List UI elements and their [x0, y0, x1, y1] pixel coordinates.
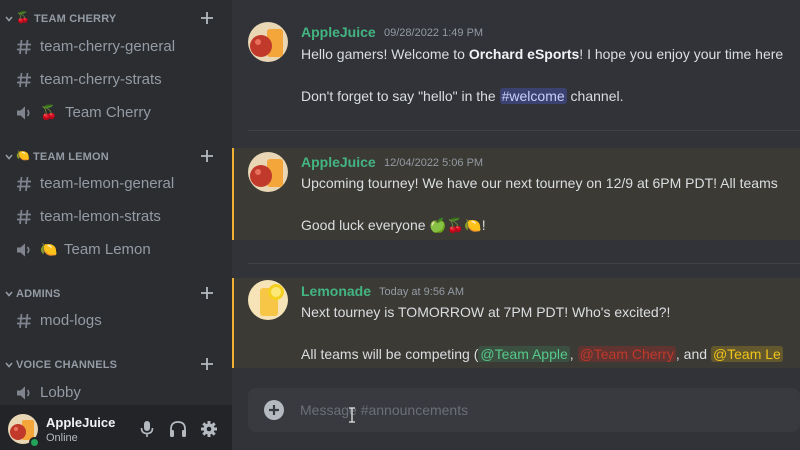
- microphone-icon[interactable]: [138, 420, 156, 438]
- plus-icon[interactable]: [200, 357, 214, 371]
- message-input[interactable]: [300, 388, 790, 432]
- add-circle-icon: [269, 405, 279, 415]
- text-segment: ,: [569, 346, 574, 362]
- sidebar-item-mod-logs[interactable]: mod-logs: [8, 306, 224, 336]
- message-divider: [248, 263, 800, 264]
- category-label: TEAM LEMON: [33, 151, 109, 163]
- message-timestamp: Today at 9:56 AM: [379, 286, 464, 298]
- message[interactable]: Lemonade Today at 9:56 AM Next tourney i…: [232, 278, 800, 368]
- sidebar-item-voice-lobby[interactable]: Lobby: [8, 378, 224, 408]
- role-mention-team-apple[interactable]: @Team Apple: [478, 346, 570, 362]
- category-label: ADMINS: [16, 288, 61, 300]
- plus-icon[interactable]: [200, 149, 214, 163]
- message-text: Don't forget to say "hello" in the #welc…: [301, 87, 623, 105]
- text-segment: All teams will be competing (: [301, 346, 479, 362]
- message-author[interactable]: Lemonade: [301, 283, 371, 299]
- hash-icon: [17, 176, 31, 192]
- speaker-icon: [17, 243, 30, 257]
- text-segment: Good luck everyone: [301, 217, 430, 233]
- text-segment: ! I hope you enjoy your time here: [579, 46, 784, 62]
- plus-icon[interactable]: [200, 11, 214, 25]
- role-mention-team-cherry[interactable]: @Team Cherry: [577, 346, 676, 362]
- hash-icon: [17, 209, 31, 225]
- category-label: VOICE CHANNELS: [16, 359, 118, 371]
- chevron-down-icon: [5, 291, 13, 297]
- hash-icon: [17, 39, 31, 55]
- text-segment: !: [481, 217, 486, 233]
- speaker-icon: [17, 106, 30, 120]
- message-text: Next tourney is TOMORROW at 7PM PDT! Who…: [301, 304, 671, 320]
- channel-label: mod-logs: [40, 312, 102, 329]
- text-segment: , and: [675, 346, 711, 362]
- cherry-emoji: 🍒: [16, 12, 30, 24]
- message-author[interactable]: AppleJuice: [301, 154, 376, 170]
- online-status-dot: [29, 437, 40, 448]
- chevron-down-icon: [5, 16, 13, 22]
- avatar[interactable]: [248, 280, 288, 320]
- lemonade-avatar-image: [248, 280, 288, 320]
- message-text: Upcoming tourney! We have our next tourn…: [301, 175, 778, 191]
- text-segment: channel.: [566, 88, 624, 104]
- channel-label: team-lemon-strats: [40, 208, 161, 225]
- message-text: Hello gamers! Welcome to Orchard eSports…: [301, 45, 783, 63]
- message-text: Good luck everyone 🍏🍒🍋!: [301, 216, 486, 234]
- plus-icon[interactable]: [200, 286, 214, 300]
- server-name-bold: Orchard eSports: [468, 46, 580, 62]
- avatar[interactable]: [248, 152, 288, 192]
- channel-label: team-cherry-strats: [40, 71, 162, 88]
- user-name: AppleJuice: [46, 415, 116, 430]
- channel-mention[interactable]: #welcome: [499, 88, 567, 104]
- message[interactable]: AppleJuice 12/04/2022 5:06 PM Upcoming t…: [232, 148, 800, 240]
- channel-label: team-lemon-general: [40, 175, 175, 192]
- chevron-down-icon: [5, 362, 13, 368]
- category-team-cherry[interactable]: 🍒 TEAM CHERRY: [0, 9, 232, 29]
- chevron-down-icon: [5, 154, 13, 160]
- text-cursor-icon: [349, 407, 355, 423]
- channel-label: team-cherry-general: [40, 38, 176, 55]
- lemon-emoji: 🍋: [40, 241, 58, 257]
- category-team-lemon[interactable]: 🍋 TEAM LEMON: [0, 147, 232, 167]
- message-composer: [248, 388, 800, 432]
- category-admins[interactable]: ADMINS: [0, 284, 232, 304]
- sidebar-item-team-cherry-strats[interactable]: team-cherry-strats: [8, 65, 224, 95]
- sidebar-item-team-lemon-strats[interactable]: team-lemon-strats: [8, 202, 224, 232]
- add-attachment-button[interactable]: [264, 400, 284, 420]
- message-timestamp: 12/04/2022 5:06 PM: [384, 157, 484, 169]
- channel-label: Team Lemon: [64, 241, 151, 258]
- channel-label: Lobby: [40, 384, 81, 401]
- sidebar-item-team-cherry-general[interactable]: team-cherry-general: [8, 32, 224, 62]
- avatar[interactable]: [248, 22, 288, 62]
- sidebar-item-voice-team-cherry[interactable]: 🍒 Team Cherry: [8, 98, 224, 128]
- user-status-text: Online: [46, 432, 78, 444]
- text-segment: Hello gamers! Welcome to: [301, 46, 469, 62]
- role-mention-team-lemon[interactable]: @Team Le: [710, 346, 783, 362]
- headphones-icon[interactable]: [169, 420, 187, 438]
- user-panel: AppleJuice Online: [0, 405, 232, 450]
- channel-sidebar: 🍒 TEAM CHERRY team-cherry-general team-c…: [0, 0, 232, 450]
- message-text: All teams will be competing (@Team Apple…: [301, 345, 783, 363]
- sidebar-item-voice-team-lemon[interactable]: 🍋 Team Lemon: [8, 235, 224, 265]
- apple-juice-avatar-image: [248, 152, 288, 192]
- fruit-emojis: 🍏🍒🍋: [429, 217, 482, 233]
- message-divider: [248, 130, 800, 131]
- speaker-icon: [17, 386, 30, 400]
- cherry-emoji: 🍒: [40, 104, 58, 120]
- message-timestamp: 09/28/2022 1:49 PM: [384, 27, 484, 39]
- category-label: TEAM CHERRY: [34, 13, 117, 25]
- text-segment: Don't forget to say "hello" in the: [301, 88, 500, 104]
- gear-icon[interactable]: [200, 420, 218, 438]
- category-voice-channels[interactable]: VOICE CHANNELS: [0, 355, 232, 375]
- channel-label: Team Cherry: [65, 104, 151, 121]
- message[interactable]: AppleJuice 09/28/2022 1:49 PM Hello game…: [232, 12, 800, 112]
- chat-area: AppleJuice 09/28/2022 1:49 PM Hello game…: [232, 0, 800, 450]
- message-author[interactable]: AppleJuice: [301, 24, 376, 40]
- lemon-emoji: 🍋: [16, 150, 30, 162]
- hash-icon: [17, 72, 31, 88]
- apple-juice-avatar-image: [248, 22, 288, 62]
- sidebar-item-team-lemon-general[interactable]: team-lemon-general: [8, 169, 224, 199]
- hash-icon: [17, 313, 31, 329]
